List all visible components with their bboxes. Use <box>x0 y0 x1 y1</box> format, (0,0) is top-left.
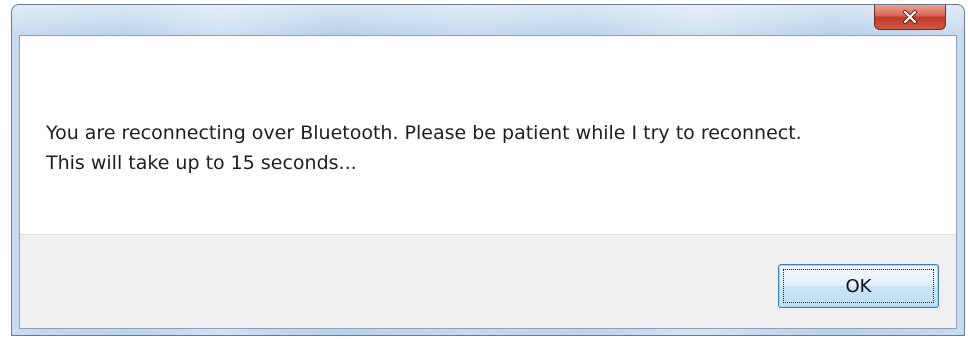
message-line-2: This will take up to 15 seconds... <box>46 152 357 174</box>
dialog-window: You are reconnecting over Bluetooth. Ple… <box>11 4 965 336</box>
dialog-footer: OK <box>20 234 956 328</box>
ok-button-label: OK <box>845 275 872 297</box>
close-icon <box>903 9 917 24</box>
dialog-message: You are reconnecting over Bluetooth. Ple… <box>46 118 936 178</box>
ok-button[interactable]: OK <box>778 264 939 308</box>
dialog-content: You are reconnecting over Bluetooth. Ple… <box>19 35 957 329</box>
message-line-1: You are reconnecting over Bluetooth. Ple… <box>46 122 802 144</box>
close-button[interactable] <box>874 5 946 30</box>
